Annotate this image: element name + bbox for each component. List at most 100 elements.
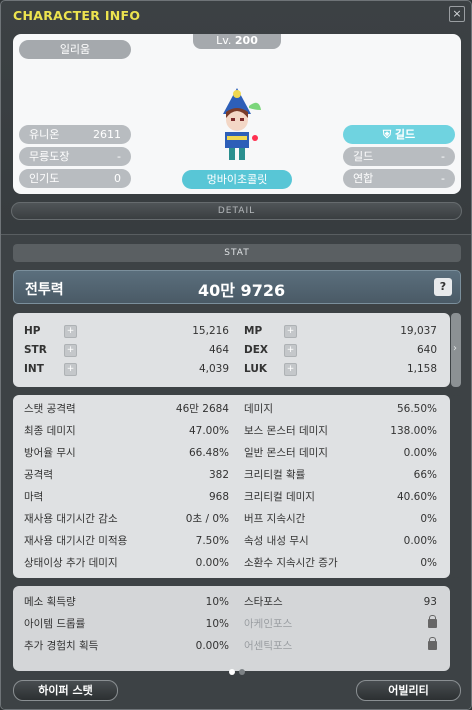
- detail-value: 47.00%: [188, 425, 229, 437]
- plus-button[interactable]: +: [284, 363, 297, 376]
- stat-row-mp: MP +19,037: [244, 321, 437, 341]
- misc-label: 어센틱포스: [244, 640, 293, 652]
- detail-toggle[interactable]: DETAIL: [11, 202, 462, 220]
- guild-button[interactable]: ⛨ 길드: [343, 125, 455, 144]
- detail-label: 데미지: [244, 403, 273, 415]
- detail-row: 재사용 대기시간 감소 0초 / 0%: [24, 509, 229, 529]
- detail-value: 968: [208, 491, 229, 503]
- page-dot-active[interactable]: [229, 669, 235, 675]
- stat-value: 640: [416, 344, 437, 356]
- misc-row: 추가 경험치 획득 0.00%: [24, 636, 229, 656]
- plus-button[interactable]: +: [284, 344, 297, 357]
- misc-label: 추가 경험치 획득: [24, 640, 99, 652]
- detail-row: 크리티컬 확률 66%: [244, 465, 437, 485]
- detail-value: 66.48%: [188, 447, 229, 459]
- plus-button[interactable]: +: [64, 344, 77, 357]
- stat-panel: STAT 전투력 40만 9726 ? HP +15,216 MP +19,037 …: [1, 234, 471, 709]
- character-info-window: CHARACTER INFO × Lv. 200 일리움 유니온 2611 무릉도…: [0, 0, 472, 710]
- detail-row: 마력 968: [24, 487, 229, 507]
- detail-row: 재사용 대기시간 미적용 7.50%: [24, 531, 229, 551]
- plus-button[interactable]: +: [284, 325, 297, 338]
- detail-label: 재사용 대기시간 감소: [24, 513, 118, 525]
- detail-row: 데미지 56.50%: [244, 399, 437, 419]
- stat-row-dex: DEX +640: [244, 340, 437, 360]
- stat-label: LUK: [244, 363, 267, 375]
- dojang-pill: 무릉도장 -: [19, 147, 131, 166]
- detail-label: 소환수 지속시간 증가: [244, 557, 338, 569]
- combat-power-bar: 전투력 40만 9726 ?: [13, 270, 461, 304]
- union-label: 유니온: [29, 128, 60, 141]
- dojang-label: 무릉도장: [29, 150, 70, 163]
- level-prefix: Lv.: [216, 34, 232, 47]
- detail-row: 보스 몬스터 데미지 138.00%: [244, 421, 437, 441]
- detail-label: 재사용 대기시간 미적용: [24, 535, 128, 547]
- detail-label: 스탯 공격력: [24, 403, 76, 415]
- hyper-stat-button[interactable]: 하이퍼 스탯: [13, 680, 118, 701]
- detail-row: 속성 내성 무시 0.00%: [244, 531, 437, 551]
- stat-value: 464: [208, 344, 229, 356]
- stat-value: 4,039: [198, 363, 229, 375]
- detail-label: 방어율 무시: [24, 447, 76, 459]
- stat-header: STAT: [13, 244, 461, 262]
- stat-row-luk: LUK +1,158: [244, 359, 437, 379]
- detail-row: 방어율 무시 66.48%: [24, 443, 229, 463]
- plus-button[interactable]: +: [64, 325, 77, 338]
- misc-label: 스타포스: [244, 596, 283, 608]
- chevron-right-icon[interactable]: ›: [453, 343, 457, 354]
- misc-row: 어센틱포스: [244, 636, 437, 656]
- page-indicator: [227, 660, 249, 675]
- stat-value: 19,037: [400, 325, 437, 337]
- detail-value: 138.00%: [390, 425, 437, 437]
- level-badge: Lv. 200: [193, 34, 281, 49]
- detail-label: 최종 데미지: [24, 425, 76, 437]
- misc-row: 스타포스 93: [244, 592, 437, 612]
- alliance-pill: 연합 -: [343, 169, 455, 188]
- alliance-value: -: [441, 172, 445, 185]
- stat-label: STR: [24, 344, 47, 356]
- detail-label: 버프 지속시간: [244, 513, 306, 525]
- page-dot[interactable]: [239, 669, 245, 675]
- misc-label: 아이템 드롭률: [24, 618, 86, 630]
- stat-label: HP: [24, 325, 41, 337]
- dojang-value: -: [117, 150, 121, 163]
- misc-label: 아케인포스: [244, 618, 293, 630]
- detail-label: 일반 몬스터 데미지: [244, 447, 328, 459]
- fame-value: 0: [114, 172, 121, 185]
- detail-row: 버프 지속시간 0%: [244, 509, 437, 529]
- stat-row-int: INT +4,039: [24, 359, 229, 379]
- help-button[interactable]: ?: [434, 278, 452, 296]
- detail-value: 66%: [413, 469, 437, 481]
- stat-label: MP: [244, 325, 263, 337]
- detail-scrollbar-track: [451, 395, 461, 578]
- fame-label: 인기도: [29, 172, 60, 185]
- misc-value: 10%: [205, 618, 229, 630]
- close-button[interactable]: ×: [449, 6, 465, 22]
- stat-label: DEX: [244, 344, 268, 356]
- detail-value: 40.60%: [396, 491, 437, 503]
- fame-pill: 인기도 0: [19, 169, 131, 188]
- stat-value: 15,216: [192, 325, 229, 337]
- detail-row: 공격력 382: [24, 465, 229, 485]
- base-stats-box: HP +15,216 MP +19,037 STR +464 DEX +640 INT +…: [13, 313, 450, 387]
- detail-row: 일반 몬스터 데미지 0.00%: [244, 443, 437, 463]
- lock-icon: [428, 615, 437, 628]
- detail-row: 크리티컬 데미지 40.60%: [244, 487, 437, 507]
- detail-value: 382: [208, 469, 229, 481]
- guild-pill: 길드 -: [343, 147, 455, 166]
- detail-value: 0%: [420, 513, 437, 525]
- misc-stats-box: 메소 획득량 10% 스타포스 93 아이템 드롭률 10% 아케인포스 추가 경험치…: [13, 586, 450, 671]
- misc-value: 10%: [205, 596, 229, 608]
- character-name-button[interactable]: 멍바이초콜릿: [182, 170, 292, 189]
- detail-label: 상태이상 추가 데미지: [24, 557, 118, 569]
- misc-row: 아이템 드롭률 10%: [24, 614, 229, 634]
- level-value: 200: [234, 34, 258, 47]
- detail-row: 스탯 공격력 46만 2684: [24, 399, 229, 419]
- stat-row-str: STR +464: [24, 340, 229, 360]
- detail-row: 최종 데미지 47.00%: [24, 421, 229, 441]
- detail-label: 속성 내성 무시: [244, 535, 309, 547]
- plus-button[interactable]: +: [64, 363, 77, 376]
- union-pill: 유니온 2611: [19, 125, 131, 144]
- character-card: Lv. 200 일리움 유니온 2611 무릉도장 - 인기도 0 ⛨ 길드 길드 - …: [13, 34, 461, 194]
- ability-button[interactable]: 어빌리티: [356, 680, 461, 701]
- combat-power-label: 전투력: [25, 282, 64, 298]
